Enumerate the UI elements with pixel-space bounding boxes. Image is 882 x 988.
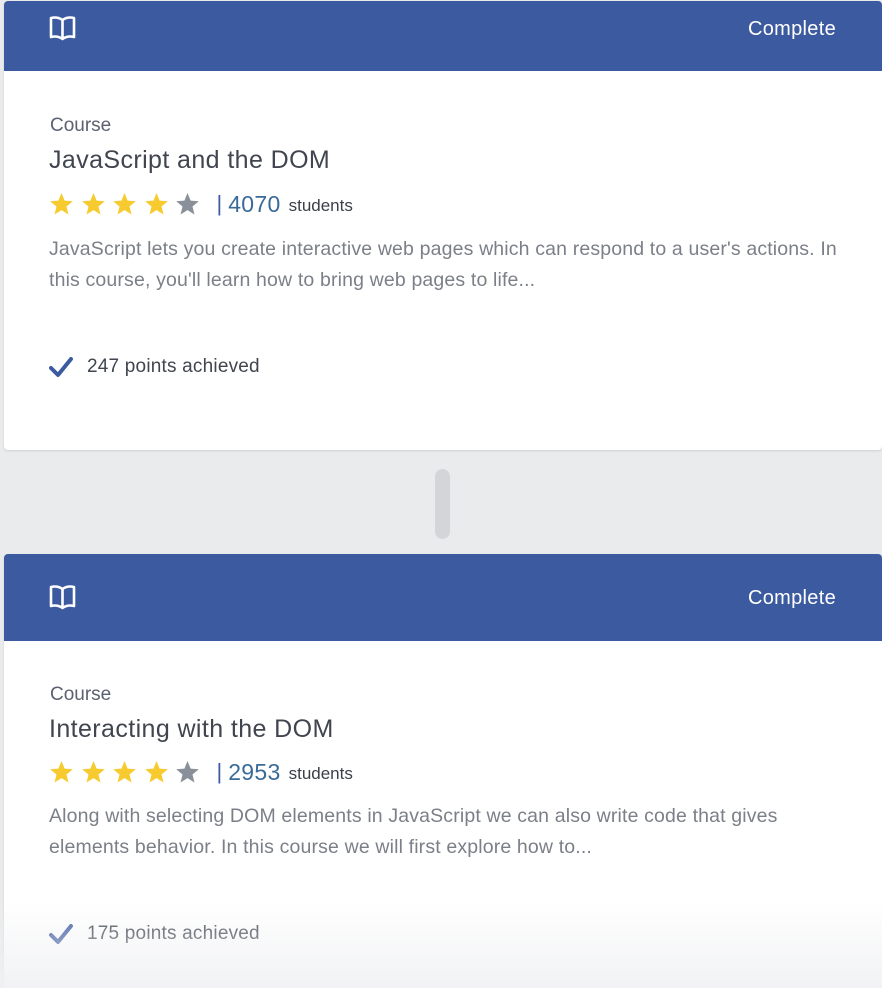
student-count-label: students <box>288 196 353 215</box>
course-card[interactable]: Complete Course JavaScript and the DOM |… <box>4 1 882 450</box>
points-row: 247 points achieved <box>49 356 260 378</box>
star-filled-icon <box>50 761 73 783</box>
content-type-label: Course <box>50 684 112 705</box>
book-icon <box>49 585 76 610</box>
course-list: Complete Course JavaScript and the DOM |… <box>0 0 882 988</box>
separator: | <box>216 191 223 216</box>
content-type-label: Course <box>50 115 112 136</box>
star-empty-icon <box>176 761 199 783</box>
student-count: 2953 <box>228 758 281 785</box>
checkmark-icon <box>49 924 73 944</box>
points-achieved: 247 points achieved <box>87 356 260 377</box>
star-filled-icon <box>81 761 105 783</box>
star-empty-icon <box>176 193 199 215</box>
checkmark-icon <box>49 357 73 377</box>
points-achieved: 175 points achieved <box>87 923 260 944</box>
book-icon <box>49 16 76 41</box>
star-filled-icon <box>144 761 168 783</box>
star-filled-icon <box>50 193 73 215</box>
status-complete[interactable]: Complete <box>748 18 836 41</box>
course-description: Along with selecting DOM elements in Jav… <box>49 805 778 858</box>
rating-row: | 2953 students <box>49 757 353 787</box>
student-count: 4070 <box>228 190 281 217</box>
star-filled-icon <box>81 193 105 215</box>
status-complete[interactable]: Complete <box>748 587 836 610</box>
rating-row: | 4070 students <box>49 189 353 219</box>
card-header: Complete <box>4 554 882 641</box>
star-rating <box>49 760 207 784</box>
course-title[interactable]: JavaScript and the DOM <box>49 146 330 175</box>
drag-handle[interactable] <box>435 469 450 539</box>
course-description: JavaScript lets you create interactive w… <box>49 238 837 291</box>
star-filled-icon <box>113 193 136 215</box>
separator: | <box>216 759 223 784</box>
star-filled-icon <box>113 761 136 783</box>
student-count-label: students <box>288 764 353 783</box>
star-rating <box>49 192 207 216</box>
points-row: 175 points achieved <box>49 923 260 945</box>
course-card[interactable]: Complete Course Interacting with the DOM… <box>4 554 882 988</box>
card-header: Complete <box>4 1 882 71</box>
star-filled-icon <box>144 193 168 215</box>
course-title[interactable]: Interacting with the DOM <box>49 715 334 744</box>
